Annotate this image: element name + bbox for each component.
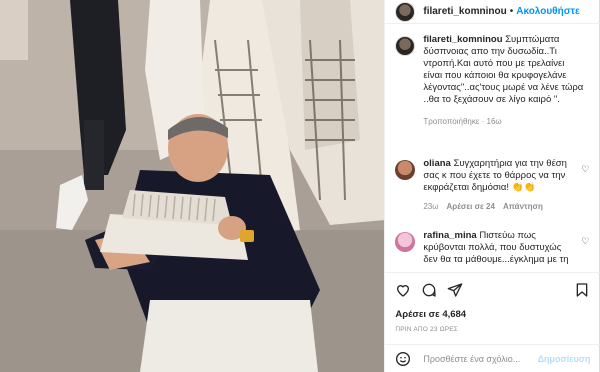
bookmark-icon[interactable]: [574, 282, 590, 298]
post-sidebar: filareti_komninou • Ακολουθήστε filareti…: [384, 0, 600, 372]
comment-text-block: rafina_mina Πιστεύω πως κρύβονται πολλά,…: [423, 230, 573, 266]
comment-username[interactable]: rafina_mina: [423, 230, 476, 241]
comment-reply-button[interactable]: Απάντηση: [503, 201, 543, 213]
caption-avatar[interactable]: [395, 36, 416, 56]
comment-input[interactable]: [423, 353, 534, 364]
comment-text-block: oliana Συγχαρητήρια για την θέση σας κ π…: [423, 158, 573, 213]
comment-like-heart-icon[interactable]: ♡: [581, 164, 589, 175]
commenter-avatar[interactable]: [395, 160, 416, 180]
post-header: filareti_komninou • Ακολουθήστε: [385, 0, 600, 24]
follow-button[interactable]: Ακολουθήστε: [516, 6, 580, 17]
caption-text-block: filareti_komninou Συμπτώματα δύσπνοιας α…: [423, 34, 583, 128]
add-comment-bar: Δημοσίευση: [385, 344, 600, 372]
comment-meta: 23ω Αρέσει σε 24 Απάντηση: [423, 201, 573, 213]
separator-dot: •: [509, 6, 514, 17]
comment-username[interactable]: oliana: [423, 158, 450, 169]
comment-item: oliana Συγχαρητήρια για την θέση σας κ π…: [395, 158, 595, 213]
author-avatar[interactable]: [395, 1, 416, 22]
post-comment-button[interactable]: Δημοσίευση: [538, 354, 591, 364]
post-media-image[interactable]: [0, 0, 385, 372]
comment-like-heart-icon[interactable]: ♡: [581, 236, 589, 247]
caption: filareti_komninou Συμπτώματα δύσπνοιας α…: [385, 34, 600, 128]
heart-icon[interactable]: [395, 282, 411, 298]
comment-item: rafina_mina Πιστεύω πως κρύβονται πολλά,…: [395, 230, 595, 266]
author-username[interactable]: filareti_komninou: [423, 6, 506, 17]
video-frame-scene: [0, 0, 385, 372]
comment-icon[interactable]: [421, 282, 437, 298]
action-icons: [395, 281, 590, 299]
post-dialog: filareti_komninou • Ακολουθήστε filareti…: [0, 0, 600, 372]
comment-likes[interactable]: Αρέσει σε 24: [447, 201, 495, 213]
comment-time: 23ω: [423, 202, 439, 211]
comments-scroll-area[interactable]: filareti_komninou Συμπτώματα δύσπνοιας α…: [385, 34, 600, 272]
commenter-avatar[interactable]: [395, 232, 416, 252]
action-bar: Αρέσει σε 4,684 ΠΡΙΝ ΑΠΟ 23 ΩΡΕΣ: [385, 272, 600, 333]
likes-count[interactable]: Αρέσει σε 4,684: [395, 309, 590, 320]
smiley-icon[interactable]: [395, 351, 411, 367]
caption-meta: Τροποποιήθηκε · 16ω: [423, 117, 502, 126]
caption-username[interactable]: filareti_komninou: [423, 34, 502, 45]
share-icon[interactable]: [447, 282, 463, 298]
post-time-ago: ΠΡΙΝ ΑΠΟ 23 ΩΡΕΣ: [395, 326, 459, 333]
